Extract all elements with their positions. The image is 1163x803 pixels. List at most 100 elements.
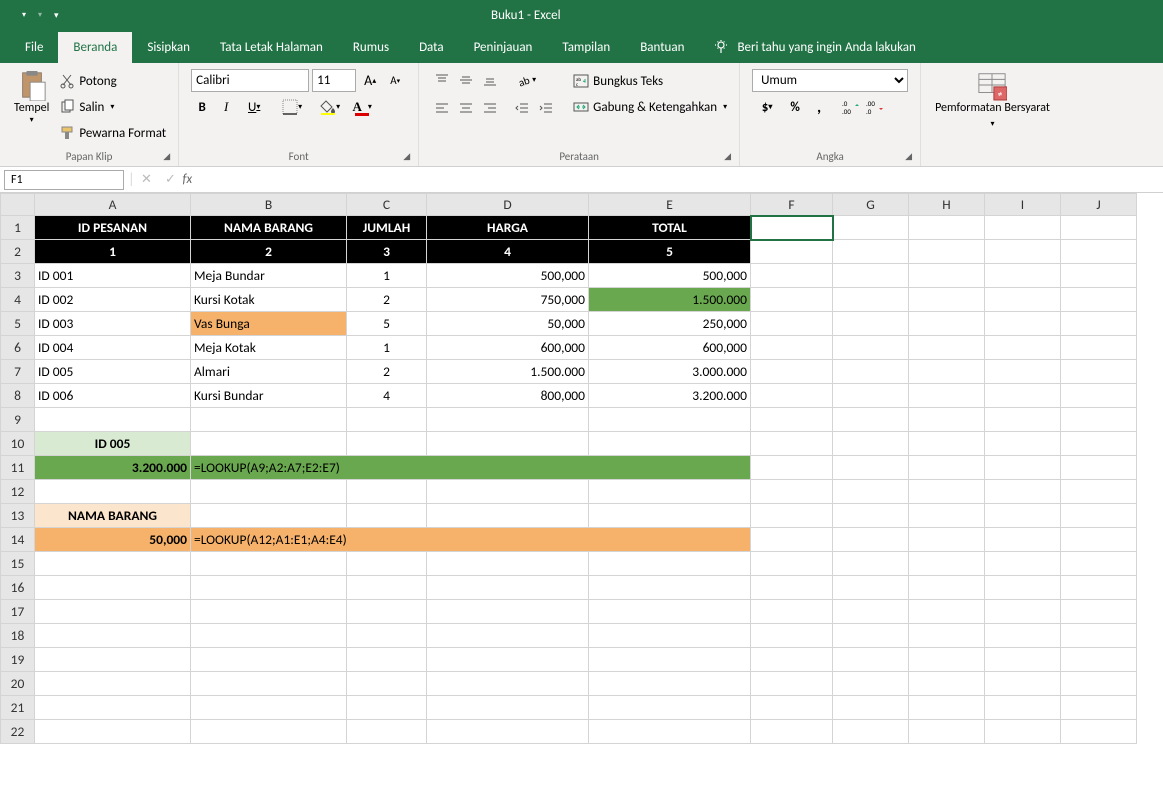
row-header[interactable]: 7 <box>1 360 35 384</box>
cell[interactable]: 1 <box>35 240 191 264</box>
clipboard-dialog-launcher-icon[interactable]: ◢ <box>163 151 170 162</box>
row-header[interactable]: 3 <box>1 264 35 288</box>
cell[interactable] <box>427 696 589 720</box>
cell[interactable] <box>909 408 985 432</box>
cell[interactable] <box>751 552 833 576</box>
cell[interactable] <box>589 576 751 600</box>
cell[interactable] <box>35 480 191 504</box>
cell[interactable] <box>347 432 427 456</box>
number-format-combo[interactable]: Umum <box>752 69 908 92</box>
cell[interactable]: 1 <box>347 336 427 360</box>
cell[interactable] <box>985 552 1061 576</box>
cell[interactable] <box>191 720 347 744</box>
cell[interactable] <box>427 720 589 744</box>
cell[interactable] <box>589 648 751 672</box>
align-left-icon[interactable] <box>431 97 453 119</box>
cell[interactable] <box>833 504 909 528</box>
cell[interactable] <box>191 552 347 576</box>
cell[interactable] <box>589 480 751 504</box>
cell[interactable] <box>1061 600 1137 624</box>
cell[interactable] <box>751 240 833 264</box>
cell[interactable] <box>909 360 985 384</box>
cell[interactable]: NAMA BARANG <box>35 504 191 528</box>
cell[interactable] <box>191 432 347 456</box>
cell[interactable] <box>833 240 909 264</box>
cell[interactable] <box>191 648 347 672</box>
row-header[interactable]: 13 <box>1 504 35 528</box>
tab-data[interactable]: Data <box>404 32 459 63</box>
cell[interactable] <box>35 576 191 600</box>
cell[interactable] <box>833 552 909 576</box>
row-header[interactable]: 1 <box>1 216 35 240</box>
cell[interactable] <box>985 432 1061 456</box>
cell[interactable] <box>1061 360 1137 384</box>
cell[interactable] <box>909 504 985 528</box>
cell[interactable] <box>909 720 985 744</box>
cell[interactable] <box>1061 264 1137 288</box>
cell[interactable] <box>985 600 1061 624</box>
cell[interactable] <box>985 288 1061 312</box>
cell[interactable] <box>191 504 347 528</box>
cell[interactable] <box>1061 456 1137 480</box>
cell[interactable] <box>35 408 191 432</box>
cell[interactable] <box>1061 312 1137 336</box>
cell[interactable] <box>833 696 909 720</box>
cell[interactable] <box>1061 696 1137 720</box>
cell[interactable] <box>751 216 833 240</box>
cell[interactable] <box>985 648 1061 672</box>
cell[interactable] <box>751 384 833 408</box>
cell[interactable]: Kursi Kotak <box>191 288 347 312</box>
row-header[interactable]: 4 <box>1 288 35 312</box>
font-name-combo[interactable] <box>191 69 309 92</box>
cell[interactable] <box>347 624 427 648</box>
increase-indent-icon[interactable] <box>535 97 557 119</box>
cell[interactable] <box>1061 576 1137 600</box>
italic-button[interactable]: I <box>215 96 237 118</box>
cell[interactable] <box>751 456 833 480</box>
cell[interactable] <box>427 576 589 600</box>
bold-button[interactable]: B <box>191 96 213 118</box>
cell[interactable] <box>985 624 1061 648</box>
cell[interactable] <box>191 600 347 624</box>
cell[interactable] <box>35 720 191 744</box>
tab-rumus[interactable]: Rumus <box>338 32 404 63</box>
cell[interactable] <box>909 480 985 504</box>
cell[interactable]: 250,000 <box>589 312 751 336</box>
cell[interactable] <box>35 696 191 720</box>
cell[interactable] <box>1061 384 1137 408</box>
cell[interactable]: ID 003 <box>35 312 191 336</box>
cell[interactable]: ID PESANAN <box>35 216 191 240</box>
cell[interactable] <box>833 360 909 384</box>
tab-tampilan[interactable]: Tampilan <box>547 32 625 63</box>
cell[interactable] <box>1061 504 1137 528</box>
conditional-formatting-button[interactable]: ≠ Pemformatan Bersyarat ▾ <box>929 67 1056 132</box>
cell[interactable] <box>833 456 909 480</box>
cell[interactable] <box>191 696 347 720</box>
tab-sisipkan[interactable]: Sisipkan <box>132 32 205 63</box>
wrap-text-button[interactable]: abcBungkus Teks <box>573 69 727 93</box>
cell[interactable]: 1.500.000 <box>589 288 751 312</box>
row-header[interactable]: 2 <box>1 240 35 264</box>
cell[interactable] <box>909 456 985 480</box>
col-header[interactable]: E <box>589 194 751 216</box>
cell[interactable] <box>751 288 833 312</box>
increase-decimal-icon[interactable]: .0.00 <box>840 96 862 118</box>
cell[interactable] <box>1061 720 1137 744</box>
tab-file[interactable]: File <box>10 32 58 63</box>
row-header[interactable]: 15 <box>1 552 35 576</box>
cell[interactable] <box>751 624 833 648</box>
cell[interactable] <box>191 672 347 696</box>
cell[interactable]: TOTAL <box>589 216 751 240</box>
cell[interactable] <box>589 504 751 528</box>
cell[interactable] <box>909 288 985 312</box>
cell[interactable] <box>191 576 347 600</box>
row-header[interactable]: 20 <box>1 672 35 696</box>
percent-icon[interactable]: % <box>784 96 806 118</box>
cell[interactable]: 3.200.000 <box>589 384 751 408</box>
cell[interactable] <box>833 216 909 240</box>
cell[interactable]: 1 <box>347 264 427 288</box>
cell[interactable] <box>751 312 833 336</box>
row-header[interactable]: 19 <box>1 648 35 672</box>
font-size-combo[interactable] <box>312 69 356 92</box>
cell[interactable] <box>909 624 985 648</box>
